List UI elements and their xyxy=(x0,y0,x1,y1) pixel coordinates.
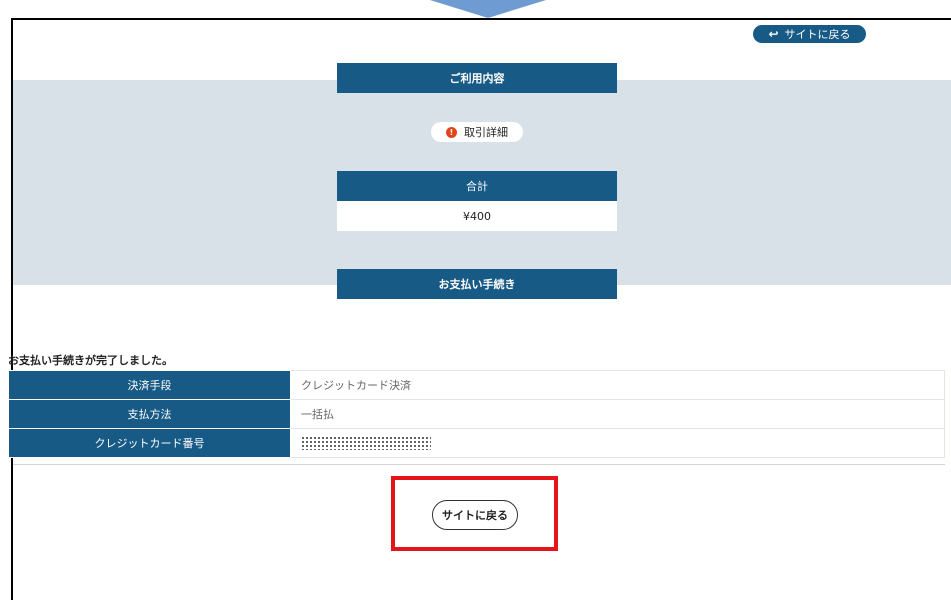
card-number-value xyxy=(290,428,945,458)
transaction-detail-label: 取引詳細 xyxy=(464,126,508,139)
return-arrow-icon: ↩ xyxy=(768,27,779,41)
payment-method-value: クレジットカード決済 xyxy=(290,370,945,400)
info-icon: ! xyxy=(446,126,457,138)
masked-card-number xyxy=(301,436,431,450)
card-number-label: クレジットカード番号 xyxy=(8,428,291,458)
payment-plan-value: 一括払 xyxy=(290,399,945,429)
top-back-to-site-label: サイトに戻る xyxy=(784,28,851,41)
payment-info-table: 決済手段 クレジットカード決済 支払方法 一括払 クレジットカード番号 xyxy=(8,370,945,458)
back-to-site-button[interactable]: サイトに戻る xyxy=(432,500,518,530)
total-amount: ¥400 xyxy=(337,201,617,231)
usage-title-bar: ご利用内容 xyxy=(337,63,617,93)
table-row: 決済手段 クレジットカード決済 xyxy=(8,370,945,400)
total-label-bar: 合計 xyxy=(337,171,617,201)
divider xyxy=(13,464,945,465)
payment-title-bar: お支払い手続き xyxy=(337,269,617,299)
payment-method-label: 決済手段 xyxy=(8,370,291,400)
table-row: クレジットカード番号 xyxy=(8,428,945,458)
callout-pointer-arrow xyxy=(430,0,546,18)
top-back-to-site-button[interactable]: ↩ サイトに戻る xyxy=(753,25,866,43)
payment-completed-message: お支払い手続きが完了しました。 xyxy=(8,354,173,367)
payment-plan-label: 支払方法 xyxy=(8,399,291,429)
table-row: 支払方法 一括払 xyxy=(8,399,945,429)
transaction-detail-button[interactable]: ! 取引詳細 xyxy=(431,122,523,142)
